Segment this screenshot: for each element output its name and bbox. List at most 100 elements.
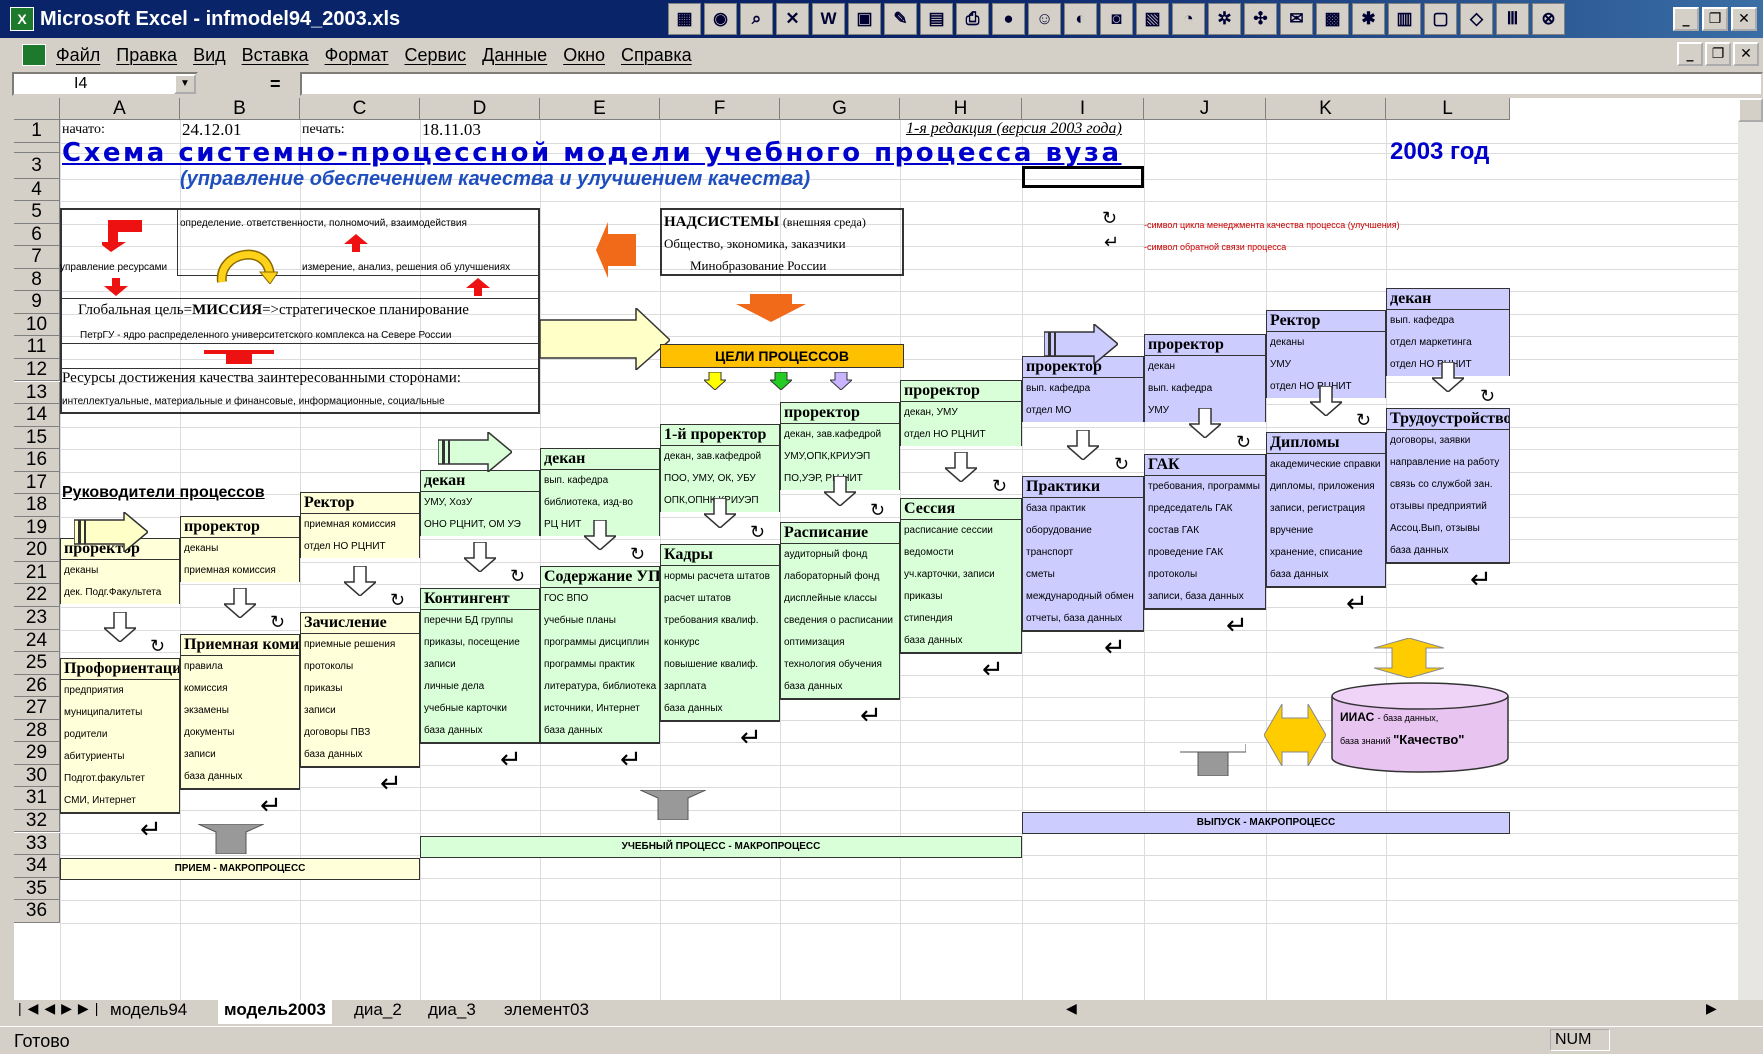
- row-header[interactable]: 11: [14, 336, 60, 359]
- column-header-d[interactable]: D: [420, 98, 540, 120]
- menu-insert[interactable]: Вставка: [242, 45, 309, 66]
- app-icon[interactable]: ✉: [1280, 3, 1313, 35]
- row-header[interactable]: 20: [14, 539, 60, 562]
- vertical-scrollbar[interactable]: [1738, 98, 1763, 1000]
- app-icon[interactable]: ✕: [776, 3, 809, 35]
- row-header[interactable]: 9: [14, 291, 60, 314]
- row-header[interactable]: 21: [14, 561, 60, 585]
- row-header[interactable]: 5: [14, 201, 60, 224]
- row-header[interactable]: 32: [14, 809, 60, 833]
- wb-restore-button[interactable]: ❐: [1705, 42, 1731, 66]
- app-icon[interactable]: ✲: [1208, 3, 1241, 35]
- row-header[interactable]: 19: [14, 516, 60, 540]
- app-icon[interactable]: ◔: [1172, 3, 1205, 35]
- row-header[interactable]: 22: [14, 584, 60, 607]
- row-header[interactable]: 35: [14, 877, 60, 901]
- app-icon[interactable]: ▥: [1388, 3, 1421, 35]
- minimize-button[interactable]: _: [1673, 7, 1699, 31]
- row-header[interactable]: 12: [14, 358, 60, 382]
- menu-format[interactable]: Формат: [325, 45, 389, 66]
- app-icon[interactable]: ▤: [920, 3, 953, 35]
- hscroll-left-button[interactable]: ◀: [1060, 1000, 1083, 1024]
- row-header[interactable]: [14, 142, 60, 153]
- cell-c1[interactable]: печать:: [302, 122, 345, 138]
- column-header-e[interactable]: E: [540, 98, 660, 120]
- menu-tools[interactable]: Сервис: [405, 45, 467, 66]
- app-icon[interactable]: ◐: [1064, 3, 1097, 35]
- cell-h1[interactable]: 1-я редакция (версия 2003 года): [906, 120, 1122, 138]
- row-header[interactable]: 10: [14, 313, 60, 337]
- tab-element03[interactable]: элемент03: [498, 1000, 595, 1024]
- excel-app-icon[interactable]: X: [10, 7, 34, 31]
- app-icon[interactable]: ●: [992, 3, 1025, 35]
- app-icon[interactable]: Ⅲ: [1496, 3, 1529, 35]
- column-header-l[interactable]: L: [1386, 98, 1510, 120]
- row-header[interactable]: 4: [14, 178, 60, 202]
- row-header[interactable]: 6: [14, 223, 60, 247]
- app-icon[interactable]: ⌕: [740, 3, 773, 35]
- app-icon[interactable]: ✣: [1244, 3, 1277, 35]
- menu-view[interactable]: Вид: [193, 45, 226, 66]
- tab-model2003[interactable]: модель2003: [218, 1000, 332, 1024]
- row-header[interactable]: 23: [14, 607, 60, 630]
- select-all-corner[interactable]: [14, 98, 60, 120]
- row-header[interactable]: 8: [14, 268, 60, 292]
- formula-equals-icon[interactable]: =: [270, 74, 281, 95]
- column-header-i[interactable]: I: [1022, 98, 1144, 120]
- row-header[interactable]: 1: [14, 120, 60, 143]
- row-header[interactable]: 15: [14, 426, 60, 450]
- column-header-c[interactable]: C: [300, 98, 420, 120]
- wb-close-button[interactable]: ✕: [1733, 42, 1759, 66]
- row-header[interactable]: 17: [14, 471, 60, 495]
- menu-edit[interactable]: Правка: [116, 45, 177, 66]
- app-icon[interactable]: ▢: [1424, 3, 1457, 35]
- row-header[interactable]: 31: [14, 787, 60, 810]
- cell-d1[interactable]: 18.11.03: [422, 120, 481, 140]
- row-header[interactable]: 33: [14, 832, 60, 856]
- column-header-k[interactable]: K: [1266, 98, 1386, 120]
- column-header-h[interactable]: H: [900, 98, 1022, 120]
- app-icon[interactable]: ▣: [848, 3, 881, 35]
- spreadsheet-grid[interactable]: ABCDEFGHIJKL 1 3 4 5 6 7 8 9 10 11 12 13 14 15 16 17 18 1…: [14, 98, 1738, 1000]
- row-header[interactable]: 13: [14, 381, 60, 405]
- column-header-g[interactable]: G: [780, 98, 900, 120]
- app-icon[interactable]: ✎: [884, 3, 917, 35]
- scroll-up-button[interactable]: [1738, 98, 1763, 122]
- column-header-a[interactable]: A: [60, 98, 180, 120]
- app-icon[interactable]: ◇: [1460, 3, 1493, 35]
- menu-data[interactable]: Данные: [482, 45, 547, 66]
- row-header[interactable]: 36: [14, 900, 60, 923]
- app-icon[interactable]: ⊗: [1532, 3, 1565, 35]
- close-button[interactable]: ✕: [1731, 7, 1757, 31]
- hscroll-right-button[interactable]: ▶: [1700, 1000, 1723, 1024]
- app-icon[interactable]: W: [812, 3, 845, 35]
- tab-model94[interactable]: модель94: [104, 1000, 193, 1024]
- row-header[interactable]: 3: [14, 152, 60, 179]
- app-icon[interactable]: ▦: [668, 3, 701, 35]
- row-header[interactable]: 18: [14, 494, 60, 517]
- app-icon[interactable]: ⎙: [956, 3, 989, 35]
- chevron-down-icon[interactable]: ▼: [174, 74, 196, 94]
- row-header[interactable]: 16: [14, 449, 60, 472]
- formula-input[interactable]: [300, 72, 1763, 96]
- row-header[interactable]: 34: [14, 855, 60, 878]
- tab-dia3[interactable]: диа_3: [422, 1000, 482, 1024]
- row-header[interactable]: 30: [14, 764, 60, 788]
- row-header[interactable]: 27: [14, 697, 60, 720]
- menu-window[interactable]: Окно: [563, 45, 605, 66]
- cell-a1[interactable]: начато:: [62, 122, 105, 138]
- row-header[interactable]: 28: [14, 719, 60, 743]
- restore-button[interactable]: ❐: [1702, 7, 1728, 31]
- workbook-icon[interactable]: [22, 44, 46, 66]
- row-header[interactable]: 7: [14, 246, 60, 269]
- wb-minimize-button[interactable]: _: [1677, 42, 1703, 66]
- column-header-j[interactable]: J: [1144, 98, 1266, 120]
- cell-b1[interactable]: 24.12.01: [182, 120, 242, 140]
- app-icon[interactable]: ◉: [704, 3, 737, 35]
- menu-help[interactable]: Справка: [621, 45, 692, 66]
- row-header[interactable]: 29: [14, 742, 60, 765]
- app-icon[interactable]: ▧: [1136, 3, 1169, 35]
- tab-navigation-icon[interactable]: |◀◀▶▶|: [12, 1000, 110, 1024]
- row-header[interactable]: 25: [14, 652, 60, 675]
- row-header[interactable]: 26: [14, 674, 60, 698]
